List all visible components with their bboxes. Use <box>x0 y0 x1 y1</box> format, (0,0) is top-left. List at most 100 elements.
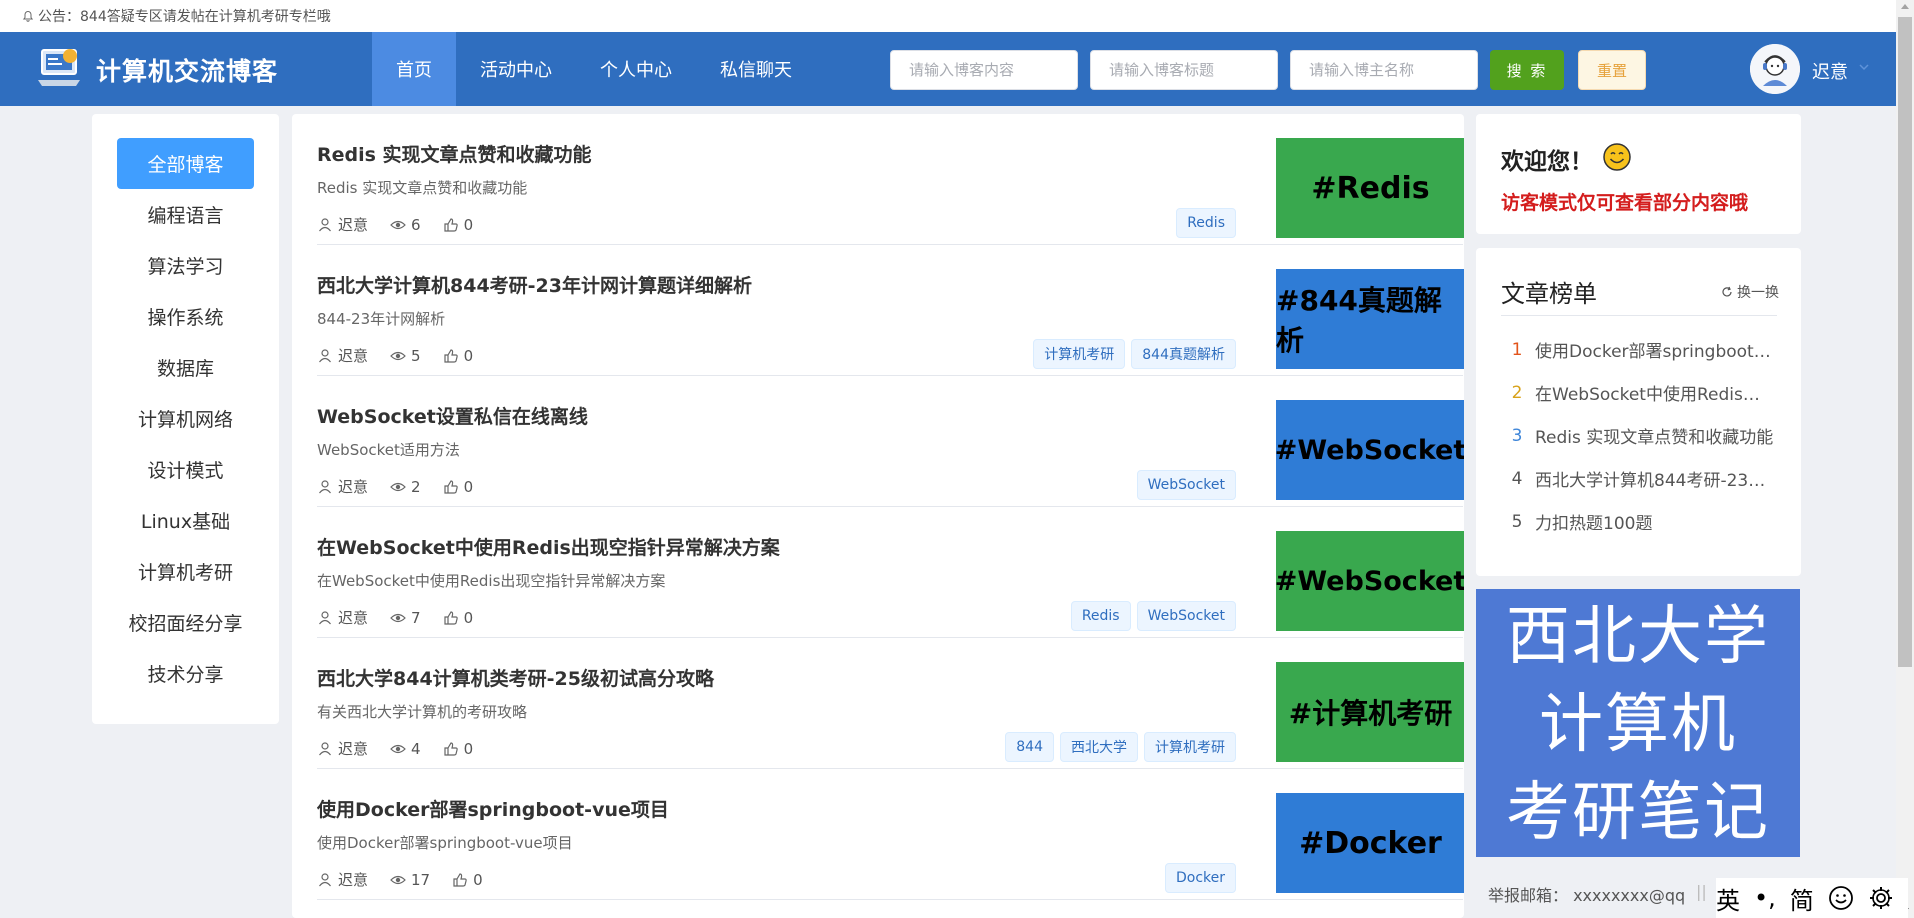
rank-number: 3 <box>1511 425 1523 446</box>
rank-title[interactable]: 力扣热题100题 <box>1535 509 1775 534</box>
views-meta: 4 <box>390 740 421 758</box>
ranking-card: 文章榜单 换一换 1 使用Docker部署springboot-vue项目 2 … <box>1476 248 1801 576</box>
category-programming[interactable]: 编程语言 <box>117 189 254 240</box>
article-title[interactable]: 西北大学计算机844考研-23年计网计算题详细解析 <box>317 271 752 298</box>
scroll-up-arrow-icon[interactable] <box>1901 4 1909 9</box>
chevron-down-icon[interactable] <box>1858 61 1870 73</box>
thumbs-up-icon[interactable] <box>443 348 459 364</box>
tag[interactable]: Docker <box>1164 863 1236 893</box>
search-title-input[interactable] <box>1090 50 1278 90</box>
ime-punctuation-toggle[interactable]: •, <box>1754 884 1776 912</box>
article-title[interactable]: 西北大学844计算机类考研-25级初试高分攻略 <box>317 664 714 691</box>
scrollbar-thumb[interactable] <box>1898 17 1912 667</box>
ranking-item[interactable]: 5 力扣热题100题 <box>1501 500 1781 543</box>
article-title[interactable]: WebSocket设置私信在线离线 <box>317 402 588 429</box>
likes-meta: 0 <box>443 740 473 758</box>
thumbs-up-icon[interactable] <box>452 872 468 888</box>
article-thumbnail[interactable]: #Docker <box>1276 793 1464 893</box>
nav-home[interactable]: 首页 <box>372 32 456 106</box>
ime-simplified-toggle[interactable]: 简 <box>1790 881 1814 916</box>
category-design-pattern[interactable]: 设计模式 <box>117 444 254 495</box>
search-button[interactable]: 搜 索 <box>1490 50 1564 90</box>
banner-line: 考研笔记 <box>1506 776 1770 850</box>
category-all[interactable]: 全部博客 <box>117 138 254 189</box>
rank-title[interactable]: 西北大学计算机844考研-23年计网计算题详细解析 <box>1535 466 1775 491</box>
divider <box>1501 315 1777 316</box>
article-title[interactable]: 使用Docker部署springboot-vue项目 <box>317 795 669 822</box>
article-title[interactable]: Redis 实现文章点赞和收藏功能 <box>317 140 592 167</box>
author-name: 迟意 <box>338 609 369 627</box>
tag[interactable]: WebSocket <box>1136 601 1236 631</box>
category-sidebar: 全部博客 编程语言 算法学习 操作系统 数据库 计算机网络 设计模式 Linux… <box>92 114 279 724</box>
likes-count: 0 <box>473 870 483 889</box>
user-icon <box>319 741 331 755</box>
promo-banner[interactable]: 西北大学 计算机 考研笔记 <box>1476 589 1800 857</box>
ime-language-toggle[interactable]: 英 <box>1716 881 1740 916</box>
category-interview[interactable]: 校招面经分享 <box>117 597 254 648</box>
tag[interactable]: Redis <box>1176 208 1236 238</box>
avatar[interactable] <box>1750 44 1800 94</box>
top-header: 计算机交流博客 首页 活动中心 个人中心 私信聊天 搜 索 重置 迟意 <box>0 32 1896 106</box>
thumbs-up-icon[interactable] <box>443 217 459 233</box>
article-thumbnail[interactable]: #Redis <box>1276 138 1464 238</box>
main-nav: 首页 活动中心 个人中心 私信聊天 <box>372 32 816 106</box>
rank-title[interactable]: Redis 实现文章点赞和收藏功能 <box>1535 423 1775 448</box>
category-tech-share[interactable]: 技术分享 <box>117 648 254 699</box>
thumbs-up-icon[interactable] <box>443 610 459 626</box>
rank-title[interactable]: 使用Docker部署springboot-vue项目 <box>1535 337 1775 362</box>
user-icon <box>319 479 331 493</box>
likes-meta: 0 <box>443 477 474 496</box>
category-os[interactable]: 操作系统 <box>117 291 254 342</box>
likes-count: 0 <box>463 608 474 627</box>
ime-divider: || <box>1696 882 1707 901</box>
nav-profile[interactable]: 个人中心 <box>576 32 696 106</box>
ranking-item[interactable]: 1 使用Docker部署springboot-vue项目 <box>1501 328 1781 371</box>
article-title[interactable]: 在WebSocket中使用Redis出现空指针异常解决方案 <box>317 533 780 560</box>
thumbs-up-icon[interactable] <box>443 741 459 757</box>
guest-mode-note: 访客模式仅可查看部分内容哦 <box>1501 192 1749 214</box>
ime-settings-button[interactable] <box>1868 885 1894 911</box>
refresh-button[interactable]: 换一换 <box>1721 282 1779 302</box>
category-linux[interactable]: Linux基础 <box>117 495 254 546</box>
search-author-input[interactable] <box>1290 50 1478 90</box>
tag[interactable]: 计算机考研 <box>1033 339 1126 369</box>
rank-title[interactable]: 在WebSocket中使用Redis出现空指针异常解决方案 <box>1535 380 1775 405</box>
report-email: 举报邮箱： xxxxxxxx@qq <box>1488 886 1686 905</box>
tag[interactable]: 844真题解析 <box>1131 339 1236 369</box>
site-title[interactable]: 计算机交流博客 <box>96 52 278 88</box>
tag-list: Docker <box>1164 863 1236 893</box>
tag[interactable]: Redis <box>1070 601 1131 631</box>
thumbs-up-icon[interactable] <box>443 479 459 495</box>
views-meta: 2 <box>390 478 421 496</box>
category-kaoyan[interactable]: 计算机考研 <box>117 546 254 597</box>
category-algorithm[interactable]: 算法学习 <box>117 240 254 291</box>
article-thumbnail[interactable]: #计算机考研 <box>1276 662 1464 762</box>
likes-count: 0 <box>463 477 474 496</box>
ranking-item[interactable]: 2 在WebSocket中使用Redis出现空指针异常解决方案 <box>1501 371 1781 414</box>
ranking-item[interactable]: 3 Redis 实现文章点赞和收藏功能 <box>1501 414 1781 457</box>
reset-button[interactable]: 重置 <box>1578 50 1646 90</box>
article-thumbnail[interactable]: #WebSocket <box>1275 531 1464 631</box>
tag[interactable]: 计算机考研 <box>1144 732 1236 762</box>
author-name: 迟意 <box>338 347 369 365</box>
search-content-input[interactable] <box>890 50 1078 90</box>
ranking-item[interactable]: 4 西北大学计算机844考研-23年计网计算题详细解析 <box>1501 457 1781 500</box>
eye-icon <box>390 875 406 884</box>
tag[interactable]: 西北大学 <box>1060 732 1138 762</box>
nav-activity[interactable]: 活动中心 <box>456 32 576 106</box>
nav-chat[interactable]: 私信聊天 <box>696 32 816 106</box>
article-meta: 迟意 6 0 <box>317 214 495 235</box>
article-item: WebSocket设置私信在线离线 WebSocket适用方法 迟意 2 0 W… <box>317 376 1464 507</box>
category-database[interactable]: 数据库 <box>117 342 254 393</box>
article-thumbnail[interactable]: #844真题解析 <box>1276 269 1464 369</box>
article-thumbnail[interactable]: #WebSocket <box>1275 400 1464 500</box>
tag[interactable]: WebSocket <box>1136 470 1236 500</box>
ime-toolbar: 英 •, 简 <box>1716 878 1908 918</box>
likes-meta: 0 <box>443 608 474 627</box>
category-network[interactable]: 计算机网络 <box>117 393 254 444</box>
user-name[interactable]: 迟意 <box>1812 58 1848 84</box>
author-meta: 迟意 <box>317 738 368 759</box>
ime-emoji-button[interactable] <box>1828 885 1854 911</box>
user-icon <box>319 610 331 624</box>
tag[interactable]: 844 <box>1005 732 1054 762</box>
